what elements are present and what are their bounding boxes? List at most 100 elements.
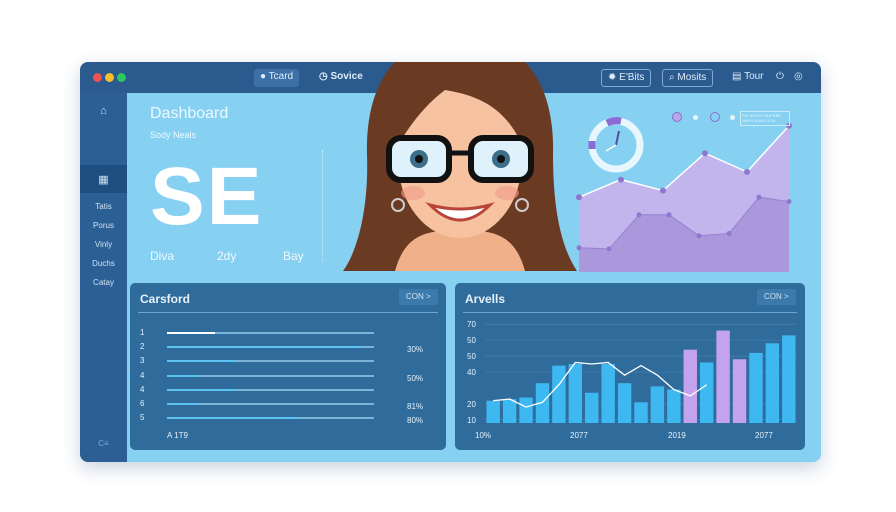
document-icon: ▤ — [732, 71, 742, 82]
progress-fill — [167, 417, 298, 420]
sidebar-item-tatis[interactable]: Tatis — [80, 202, 127, 211]
hero-label: Diva — [150, 249, 175, 263]
bar — [585, 392, 599, 423]
clock-icon: ◷ — [319, 71, 328, 82]
sidebar-active-item[interactable]: ▦ — [80, 165, 127, 193]
legend-marker — [710, 112, 720, 122]
settings-icon[interactable]: ◎ — [788, 69, 809, 87]
row-percent: 50% — [407, 373, 424, 383]
sidebar: ⌂ ▦ Tatis Porus Vinly Duchs Catay C≡ — [80, 93, 127, 462]
area-point — [702, 150, 708, 157]
arvells-card: Arvells CON > 70 50 50 40 20 10 10% 2077 2019 207… — [455, 283, 805, 450]
bar — [749, 352, 763, 423]
home-icon[interactable]: ⌂ — [80, 105, 127, 117]
row-number: 1 — [140, 328, 145, 337]
x-tick-label: 2077 — [570, 431, 588, 440]
area-point — [726, 231, 732, 236]
ebits-button[interactable]: ✹ E'Bits — [601, 69, 652, 87]
tcard-button[interactable]: ● Tcard — [254, 69, 300, 87]
woman-avatar-illustration — [343, 62, 577, 271]
bar — [486, 400, 500, 423]
area-point — [636, 212, 642, 218]
bar — [650, 386, 665, 423]
progress-fill — [167, 374, 201, 377]
progress-fill — [167, 388, 236, 391]
progress-bar — [167, 403, 374, 405]
bar — [765, 343, 780, 423]
y-tick-label: 50 — [467, 352, 476, 361]
hero-big-text: SE — [150, 151, 264, 242]
sidebar-item-catay[interactable]: Catay — [80, 278, 127, 287]
clock-gauge-icon — [588, 117, 644, 173]
divider — [138, 312, 438, 313]
legend-marker — [672, 112, 682, 122]
x-tick-label: 2077 — [755, 431, 773, 440]
area-point — [744, 168, 750, 175]
bar — [699, 362, 714, 423]
app-window: ● Tcard ◷ Sovice ✹ E'Bits ⌕ Mosits ▤ Tou… — [80, 62, 821, 462]
progress-bar — [167, 346, 374, 349]
search-icon: ⌕ — [669, 72, 675, 83]
row-percent: 81% — [407, 402, 424, 411]
row-number: 6 — [140, 399, 145, 408]
bar — [634, 402, 648, 423]
row-number: 4 — [140, 370, 145, 380]
page-subtitle: Sody Neals — [150, 130, 197, 140]
legend-box: PSI SDSOT SUPRSE NUPS NUNG S NL — [740, 111, 790, 126]
bar — [683, 349, 697, 423]
bar — [617, 383, 632, 423]
area-point — [786, 199, 792, 205]
progress-bar — [167, 388, 374, 391]
sidebar-item-vinly[interactable]: Vinly — [80, 240, 127, 249]
carsford-card: Carsford CON > 1 2 30% 3 4 50% 4 6 81% 5 80… — [130, 283, 446, 450]
row-number: 3 — [140, 356, 145, 366]
row-percent: 80% — [407, 416, 424, 426]
gear-icon: ✹ — [608, 72, 617, 83]
progress-bar — [167, 360, 374, 363]
progress-fill — [167, 360, 236, 363]
area-point — [666, 212, 672, 218]
circle-icon: ● — [260, 71, 267, 82]
bar — [568, 364, 583, 423]
progress-fill — [167, 346, 362, 349]
grid-icon: ▦ — [98, 174, 109, 186]
bar — [732, 359, 747, 423]
maximize-dot[interactable] — [117, 73, 126, 82]
hero-label: Bay — [283, 249, 304, 263]
row-number: 4 — [140, 384, 145, 394]
close-dot[interactable] — [93, 73, 102, 82]
sidebar-footer[interactable]: C≡ — [80, 439, 127, 448]
x-tick-label: 10% — [475, 431, 491, 440]
bar — [667, 389, 681, 423]
sidebar-item-duchs[interactable]: Duchs — [80, 259, 127, 268]
y-tick-label: 70 — [467, 320, 476, 329]
y-tick-label: 10 — [467, 416, 476, 425]
mosits-button[interactable]: ⌕ Mosits — [662, 69, 714, 87]
progress-bar — [167, 374, 374, 377]
bar-chart: 70 50 50 40 20 10 10% 2077 2019 2077 — [467, 320, 797, 440]
area-point — [660, 187, 666, 194]
page-title: Dashboard — [150, 105, 229, 122]
area-point — [696, 233, 702, 239]
progress-fill — [167, 332, 215, 334]
row-number: 5 — [140, 413, 145, 423]
power-icon[interactable]: ⏻ — [770, 69, 790, 87]
minimize-dot[interactable] — [105, 73, 114, 82]
card-title: Carsford — [140, 292, 191, 306]
bar — [502, 399, 517, 423]
divider — [322, 150, 323, 262]
y-tick-label: 20 — [467, 400, 476, 409]
bar — [716, 330, 730, 423]
legend-marker — [730, 115, 735, 120]
card-con-button[interactable]: CON > — [399, 289, 438, 305]
sidebar-item-porus[interactable]: Porus — [80, 221, 127, 230]
progress-bar — [167, 417, 374, 420]
progress-bar — [167, 332, 374, 334]
bar — [519, 397, 533, 423]
tour-button[interactable]: ▤ Tour — [726, 69, 770, 87]
row-percent: 30% — [407, 345, 424, 355]
y-tick-label: 40 — [467, 368, 476, 377]
bar — [601, 364, 615, 423]
progress-fill — [167, 403, 199, 405]
hero-label: 2dy — [217, 249, 237, 263]
